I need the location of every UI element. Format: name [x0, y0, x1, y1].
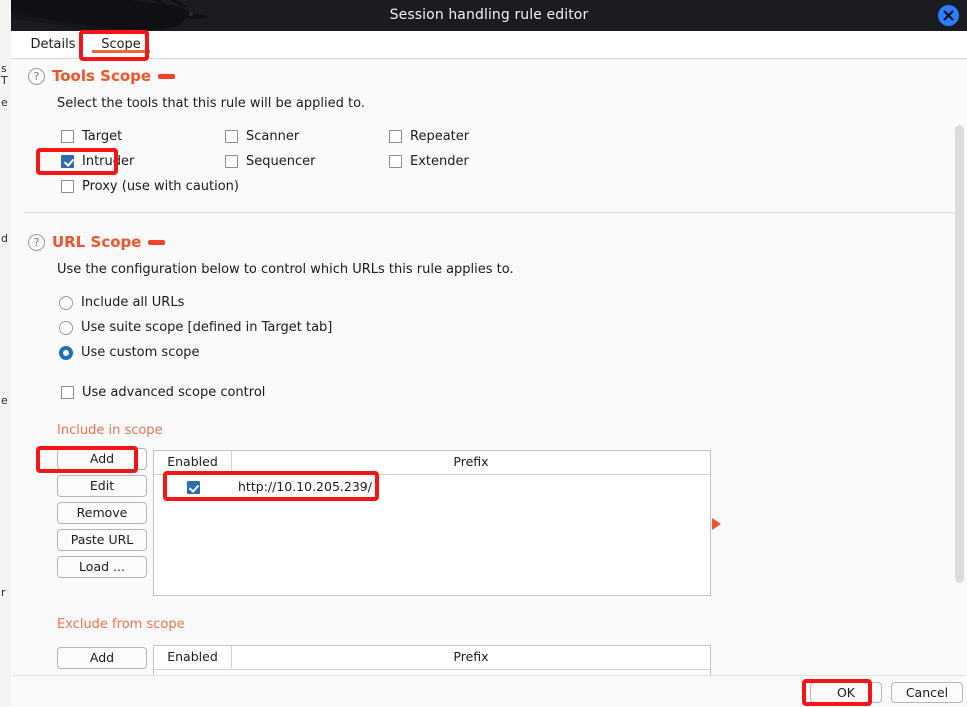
- checkbox-box[interactable]: [389, 155, 402, 168]
- exclude-from-scope-label: Exclude from scope: [57, 617, 185, 632]
- help-icon[interactable]: ?: [28, 68, 45, 85]
- background-text-fragment: e: [1, 394, 8, 407]
- table-row[interactable]: http://10.10.205.239/: [154, 475, 710, 499]
- checkbox-intruder[interactable]: Intruder: [61, 154, 134, 169]
- include-in-scope-label: Include in scope: [57, 423, 163, 438]
- tools-scope-description: Select the tools that this rule will be …: [57, 96, 365, 111]
- content-scrollbar-track[interactable]: [955, 61, 966, 673]
- radio-label: Use suite scope [defined in Target tab]: [81, 320, 332, 335]
- background-text-fragment: e: [1, 96, 8, 109]
- help-icon[interactable]: ?: [28, 234, 45, 251]
- checkbox-repeater[interactable]: Repeater: [389, 129, 469, 144]
- table-header-row: Enabled Prefix: [154, 646, 710, 670]
- column-header-enabled[interactable]: Enabled: [154, 451, 232, 473]
- radio-box[interactable]: [59, 321, 73, 335]
- table-header-row: Enabled Prefix: [154, 451, 710, 475]
- checkbox-use-advanced-scope-control[interactable]: Use advanced scope control: [61, 385, 265, 400]
- include-remove-button[interactable]: Remove: [57, 502, 147, 524]
- exclude-from-scope-table[interactable]: Enabled Prefix: [153, 645, 711, 675]
- checkbox-extender[interactable]: Extender: [389, 154, 469, 169]
- checkbox-box[interactable]: [187, 481, 200, 494]
- dialog-button-bar: OK Cancel: [12, 675, 966, 707]
- column-header-prefix[interactable]: Prefix: [232, 646, 710, 668]
- background-text-fragment: d: [1, 232, 8, 245]
- radio-use-suite-scope[interactable]: Use suite scope [defined in Target tab]: [59, 320, 332, 335]
- column-header-prefix[interactable]: Prefix: [232, 451, 710, 473]
- cancel-button[interactable]: Cancel: [891, 682, 963, 703]
- row-prefix-cell: http://10.10.205.239/: [232, 475, 710, 499]
- include-load-button[interactable]: Load ...: [57, 556, 147, 578]
- collapse-dash-icon[interactable]: [148, 240, 165, 245]
- url-scope-title: URL Scope: [52, 233, 141, 251]
- checkbox-label: Target: [82, 129, 122, 144]
- include-in-scope-table[interactable]: Enabled Prefix http://10.10.205.239/: [153, 450, 711, 596]
- row-enabled-cell[interactable]: [154, 475, 232, 499]
- radio-use-custom-scope[interactable]: Use custom scope: [59, 345, 200, 360]
- background-text-fragment: T: [1, 74, 8, 87]
- checkbox-box[interactable]: [61, 180, 74, 193]
- include-paste-url-button[interactable]: Paste URL: [57, 529, 147, 551]
- section-divider: [24, 212, 957, 213]
- checkbox-box[interactable]: [225, 130, 238, 143]
- session-handling-rule-editor-dialog: Session handling rule editor Details Sco…: [11, 0, 967, 706]
- ok-button[interactable]: OK: [810, 682, 882, 703]
- dialog-title: Session handling rule editor: [11, 0, 967, 31]
- checkbox-sequencer[interactable]: Sequencer: [225, 154, 315, 169]
- url-scope-header: ? URL Scope: [28, 233, 165, 251]
- scope-settings-pane: ? Tools Scope Select the tools that this…: [12, 59, 966, 675]
- radio-box[interactable]: [59, 296, 73, 310]
- checkbox-box[interactable]: [61, 386, 74, 399]
- collapse-dash-icon[interactable]: [158, 74, 175, 79]
- tab-strip: Details Scope: [11, 31, 967, 59]
- checkbox-box[interactable]: [61, 130, 74, 143]
- exclude-add-button[interactable]: Add: [57, 647, 147, 669]
- checkbox-label: Proxy (use with caution): [82, 179, 239, 194]
- dialog-title-bar: Session handling rule editor: [11, 0, 967, 31]
- checkbox-box[interactable]: [225, 155, 238, 168]
- expand-panel-arrow-icon[interactable]: [712, 518, 721, 530]
- checkbox-label: Repeater: [410, 129, 469, 144]
- tab-scope[interactable]: Scope: [90, 31, 152, 58]
- url-scope-description: Use the configuration below to control w…: [57, 262, 514, 277]
- checkbox-label: Scanner: [246, 129, 299, 144]
- tab-details[interactable]: Details: [23, 31, 83, 58]
- checkbox-proxy[interactable]: Proxy (use with caution): [61, 179, 239, 194]
- checkbox-label: Use advanced scope control: [82, 385, 265, 400]
- radio-box[interactable]: [59, 346, 73, 360]
- include-add-button[interactable]: Add: [57, 448, 147, 470]
- checkbox-label: Sequencer: [246, 154, 315, 169]
- radio-include-all-urls[interactable]: Include all URLs: [59, 295, 184, 310]
- radio-label: Include all URLs: [81, 295, 184, 310]
- checkbox-box[interactable]: [61, 155, 74, 168]
- tools-scope-header: ? Tools Scope: [28, 67, 175, 85]
- checkbox-target[interactable]: Target: [61, 129, 122, 144]
- column-header-enabled[interactable]: Enabled: [154, 646, 232, 668]
- checkbox-label: Extender: [410, 154, 469, 169]
- checkbox-box[interactable]: [389, 130, 402, 143]
- tools-scope-title: Tools Scope: [52, 67, 151, 85]
- radio-label: Use custom scope: [81, 345, 200, 360]
- content-scrollbar-thumb[interactable]: [955, 125, 964, 583]
- close-icon[interactable]: [938, 5, 959, 26]
- active-tab-indicator: [92, 50, 150, 53]
- background-text-fragment: r: [1, 586, 6, 599]
- checkbox-label: Intruder: [82, 154, 134, 169]
- checkbox-scanner[interactable]: Scanner: [225, 129, 299, 144]
- include-edit-button[interactable]: Edit: [57, 475, 147, 497]
